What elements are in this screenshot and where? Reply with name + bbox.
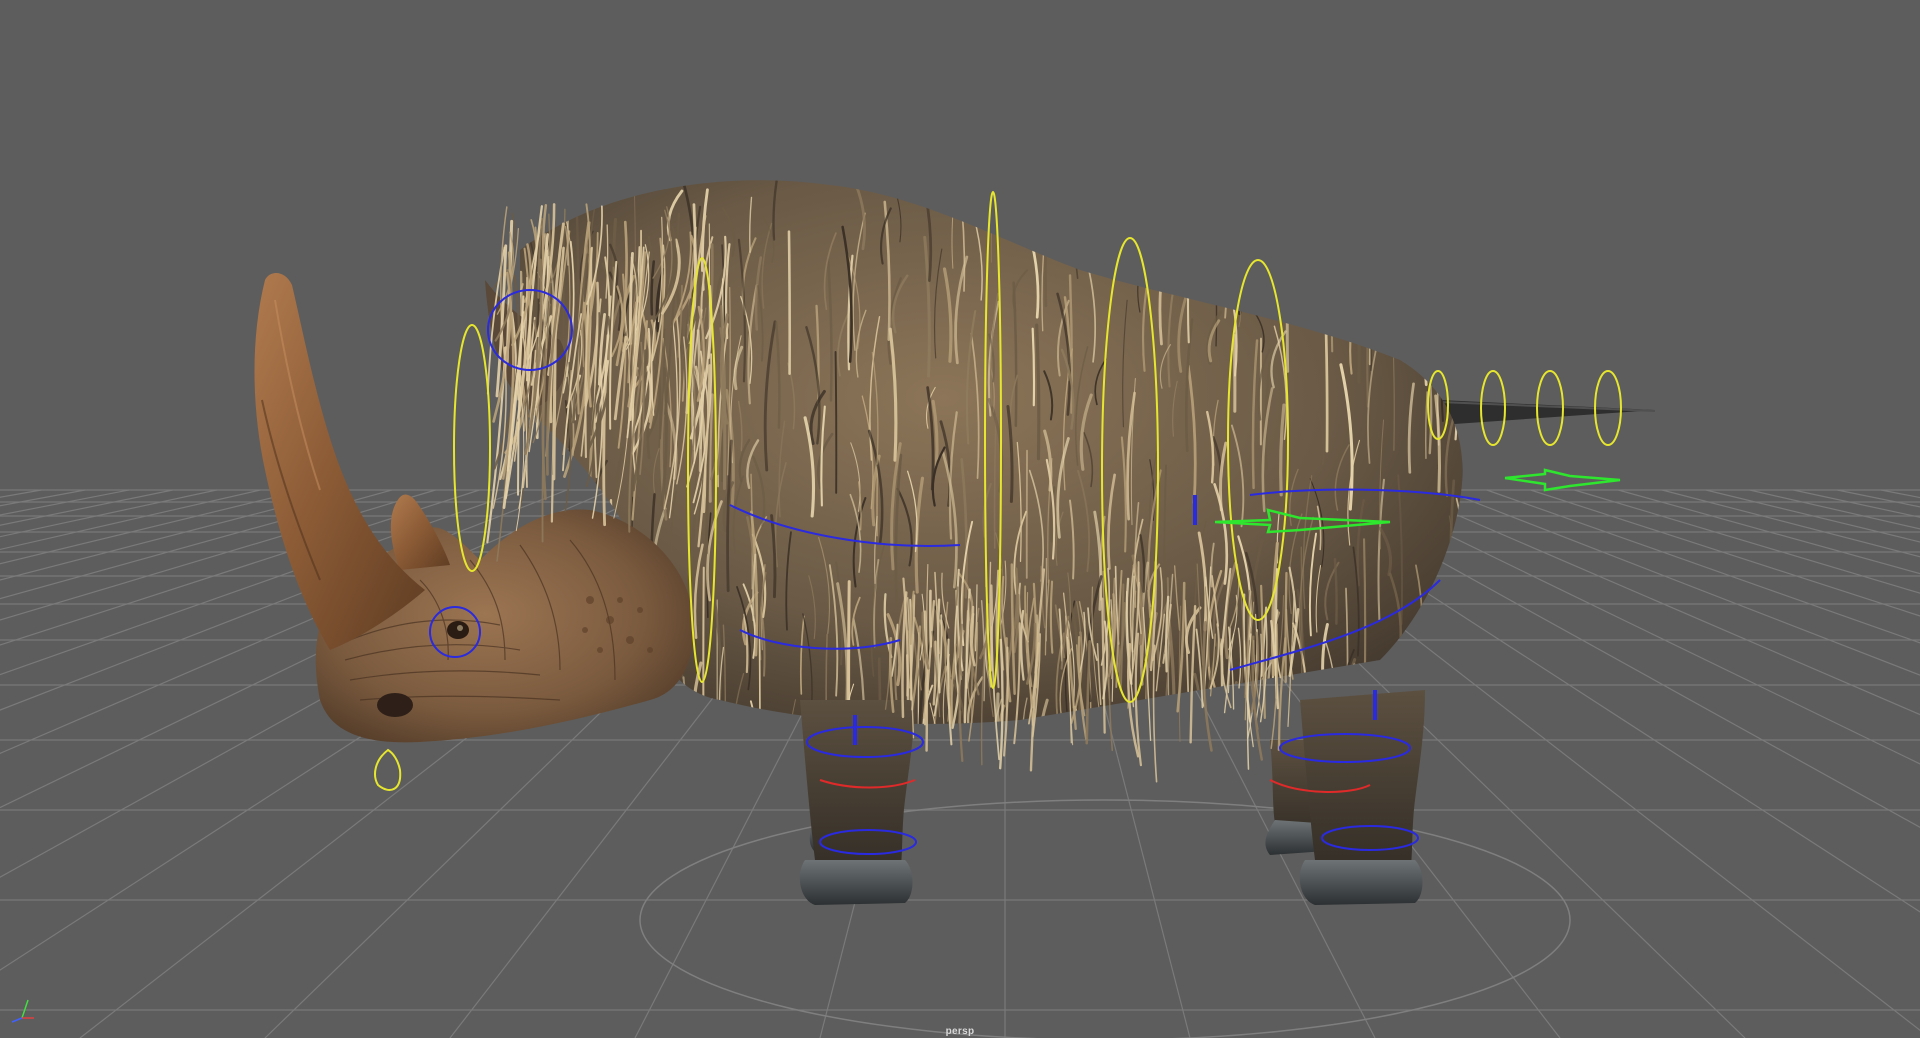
axis-z	[11, 1017, 23, 1023]
camera-label: persp	[945, 1026, 975, 1037]
viewport-scene[interactable]	[0, 0, 1920, 1038]
perspective-viewport[interactable]: persp	[0, 0, 1920, 1038]
rhino-tail	[1439, 400, 1656, 425]
ground-circle	[639, 799, 1571, 1038]
axis-y	[21, 999, 29, 1019]
axis-gizmo	[11, 999, 34, 1023]
rhino-front-legs	[799, 690, 1425, 905]
